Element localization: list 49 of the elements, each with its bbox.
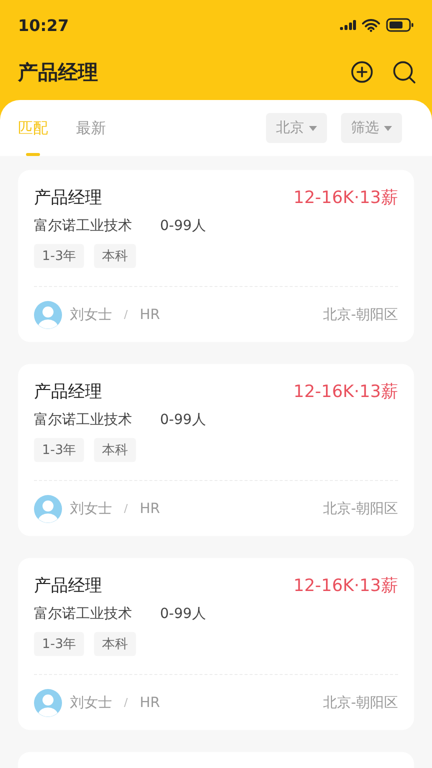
- company-name: 富尔诺工业技术: [34, 411, 132, 429]
- separator: /: [124, 696, 128, 709]
- add-icon[interactable]: [351, 61, 373, 83]
- page-title: 产品经理: [18, 58, 98, 86]
- requirement-tag: 1-3年: [34, 438, 84, 462]
- tab[interactable]: 匹配: [18, 100, 48, 156]
- requirement-tag: 1-3年: [34, 244, 84, 268]
- salary: 12-16K·13薪: [293, 187, 398, 209]
- job-title: 产品经理: [34, 575, 102, 597]
- salary: 12-16K·13薪: [293, 381, 398, 403]
- recruiter-role: HR: [140, 500, 160, 516]
- avatar-icon: [34, 300, 62, 328]
- tab[interactable]: 最新: [76, 100, 106, 156]
- job-location: 北京-朝阳区: [322, 500, 398, 518]
- avatar-icon: [34, 494, 62, 522]
- job-card[interactable]: 产品经理 12-16K·13薪 富尔诺工业技术 0-99人 1-3年 本科 刘女士 / HR 北京-朝阳区: [18, 364, 414, 536]
- recruiter-role: HR: [140, 694, 160, 710]
- avatar-icon: [34, 688, 62, 716]
- recruiter-role: HR: [140, 306, 160, 322]
- job-location: 北京-朝阳区: [322, 694, 398, 712]
- salary: 12-16K·13薪: [293, 575, 398, 597]
- wifi-icon: [362, 18, 380, 32]
- job-card[interactable]: 产品经理 12-16K·13薪 富尔诺工业技术 0-99人 1-3年 本科 刘女士 / HR 北京-朝阳区: [18, 170, 414, 342]
- filter-dropdown[interactable]: 筛选: [341, 113, 402, 143]
- job-card[interactable]: 产品经理 12-16K·13薪 富尔诺工业技术 0-99人 1-3年 本科 刘女士 / HR 北京-朝阳区: [18, 558, 414, 730]
- signal-icon: [340, 20, 356, 30]
- requirement-tag: 本科: [94, 438, 136, 462]
- search-icon[interactable]: [393, 60, 416, 84]
- company-name: 富尔诺工业技术: [34, 217, 132, 235]
- recruiter-name: 刘女士: [70, 500, 112, 518]
- recruiter-name: 刘女士: [70, 306, 112, 324]
- company-name: 富尔诺工业技术: [34, 605, 132, 623]
- caret-icon: [384, 126, 392, 130]
- requirement-tag: 本科: [94, 632, 136, 656]
- filter-dropdown[interactable]: 北京: [266, 113, 327, 143]
- company-size: 0-99人: [160, 605, 206, 623]
- requirement-tag: 本科: [94, 244, 136, 268]
- recruiter-name: 刘女士: [70, 694, 112, 712]
- job-location: 北京-朝阳区: [322, 306, 398, 324]
- separator: /: [124, 502, 128, 515]
- battery-icon: [386, 18, 414, 32]
- separator: /: [124, 308, 128, 321]
- job-title: 产品经理: [34, 381, 102, 403]
- requirement-tag: 1-3年: [34, 632, 84, 656]
- company-size: 0-99人: [160, 217, 206, 235]
- job-title: 产品经理: [34, 187, 102, 209]
- status-time: 10:27: [18, 16, 69, 34]
- caret-icon: [309, 126, 317, 130]
- company-size: 0-99人: [160, 411, 206, 429]
